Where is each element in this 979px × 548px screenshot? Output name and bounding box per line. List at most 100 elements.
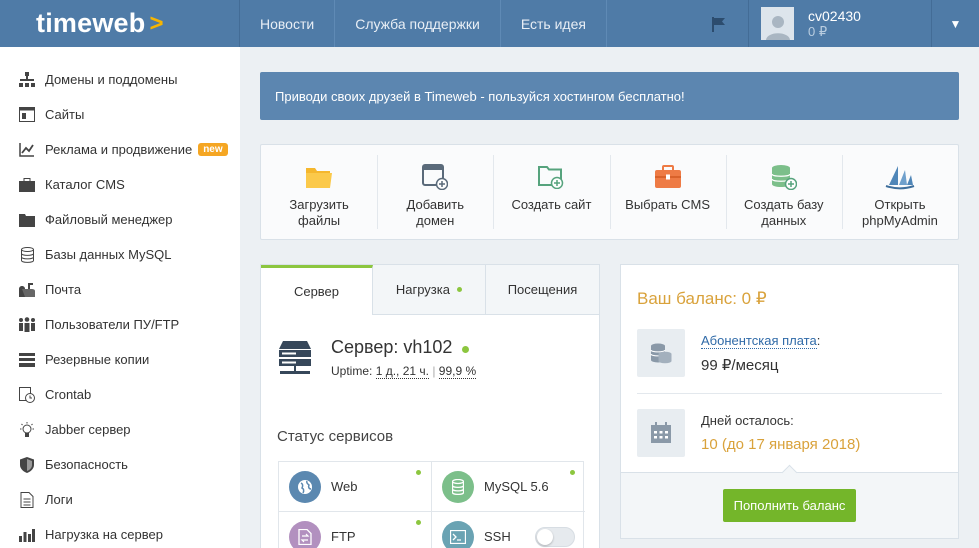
create-database-button[interactable]: Создать базу данных xyxy=(725,145,842,239)
quick-actions: Загрузить файлы Добавить домен Создать сай… xyxy=(260,144,959,240)
create-site-button[interactable]: Создать сайт xyxy=(493,145,609,239)
bar-chart-icon xyxy=(18,527,36,543)
quick-label-line1: Добавить xyxy=(406,197,464,212)
clock-icon xyxy=(18,386,36,403)
days-value: 10 (до 17 января 2018) xyxy=(701,436,861,453)
chart-icon xyxy=(18,142,36,158)
open-phpmyadmin-button[interactable]: Открыть phpMyAdmin xyxy=(841,145,958,239)
service-web[interactable]: Web xyxy=(279,462,432,512)
new-badge: new xyxy=(198,143,228,156)
days-row: Дней осталось: 10 (до 17 января 2018) xyxy=(637,409,942,457)
sidebar-item-label: Каталог CMS xyxy=(45,177,125,192)
sidebar-item-label: Резервные копии xyxy=(45,352,150,367)
top-nav: Новости Служба поддержки Есть идея xyxy=(240,0,749,47)
sidebar-item-mail[interactable]: Почта xyxy=(0,272,240,307)
quick-label-line2: данных xyxy=(761,213,807,228)
phpmyadmin-icon xyxy=(885,163,915,191)
quick-label-line2: phpMyAdmin xyxy=(862,213,938,228)
avatar-icon xyxy=(761,7,794,40)
quick-label-line1: Создать сайт xyxy=(511,197,592,212)
service-status-dot xyxy=(416,520,421,525)
service-mysql[interactable]: MySQL 5.6 xyxy=(432,462,585,512)
document-icon xyxy=(18,491,36,508)
sidebar-item-backups[interactable]: Резервные копии xyxy=(0,342,240,377)
promo-text: Приводи своих друзей в Timeweb - пользуй… xyxy=(275,88,685,104)
quick-label-line1: Выбрать CMS xyxy=(625,197,711,212)
user-menu[interactable]: cv02430 0 ₽ ▼ xyxy=(749,0,979,47)
uptime-label: Uptime: xyxy=(331,364,373,378)
quick-label-line1: Загрузить xyxy=(289,197,349,212)
backup-icon xyxy=(18,352,36,368)
choose-cms-button[interactable]: Выбрать CMS xyxy=(609,145,726,239)
fee-value: 99 ₽/месяц xyxy=(701,356,779,374)
quick-label-line1: Открыть xyxy=(874,197,926,212)
status-dot xyxy=(457,287,463,292)
service-ftp[interactable]: FTP xyxy=(279,512,432,548)
terminal-icon xyxy=(442,520,474,548)
logo[interactable]: timeweb > xyxy=(0,0,240,47)
sidebar-item-label: Нагрузка на сервер xyxy=(45,527,163,542)
balance-panel: Ваш баланс: 0 ₽ Абонентская плата: 99 ₽/… xyxy=(620,264,959,539)
server-panel: Сервер Нагрузка Посещения Сервер: vh102 … xyxy=(260,264,600,548)
coins-icon xyxy=(637,329,685,377)
sidebar-item-sites[interactable]: Сайты xyxy=(0,97,240,132)
tab-visits[interactable]: Посещения xyxy=(486,265,599,314)
tab-load[interactable]: Нагрузка xyxy=(373,265,486,314)
sidebar-item-logs[interactable]: Логи xyxy=(0,482,240,517)
nav-support[interactable]: Служба поддержки xyxy=(335,0,501,47)
sidebar-item-jabber[interactable]: Jabber сервер xyxy=(0,412,240,447)
tab-label: Нагрузка xyxy=(395,282,450,297)
sidebar-item-file-manager[interactable]: Файловый менеджер xyxy=(0,202,240,237)
sidebar-item-security[interactable]: Безопасность xyxy=(0,447,240,482)
database-icon xyxy=(18,246,36,263)
service-status-dot xyxy=(570,470,575,475)
nav-news[interactable]: Новости xyxy=(240,0,336,47)
sidebar-item-ads[interactable]: Реклама и продвижение new xyxy=(0,132,240,167)
database-icon xyxy=(442,470,474,503)
sidebar-item-users[interactable]: Пользователи ПУ/FTP xyxy=(0,307,240,342)
server-icon xyxy=(277,341,313,380)
fee-row: Абонентская плата: 99 ₽/месяц xyxy=(637,329,942,377)
sidebar-item-domains[interactable]: Домены и поддомены xyxy=(0,62,240,97)
upload-files-button[interactable]: Загрузить файлы xyxy=(261,145,377,239)
logo-mark: > xyxy=(149,9,164,37)
create-db-icon xyxy=(771,163,797,191)
cms-icon xyxy=(654,163,681,191)
service-ssh[interactable]: SSH xyxy=(432,512,585,548)
nav-idea[interactable]: Есть идея xyxy=(501,0,607,47)
promo-banner[interactable]: Приводи своих друзей в Timeweb - пользуй… xyxy=(260,72,959,120)
flag-icon[interactable] xyxy=(689,0,749,47)
quick-label-line1: Создать базу xyxy=(743,197,824,212)
sidebar-item-crontab[interactable]: Crontab xyxy=(0,377,240,412)
quick-label-line2: файлы xyxy=(298,213,341,228)
server-header: Сервер: vh102 Uptime: 1 д., 21 ч. | 99,9… xyxy=(277,337,477,380)
service-name: MySQL 5.6 xyxy=(484,479,549,494)
sites-icon xyxy=(18,107,36,123)
ssh-toggle[interactable] xyxy=(535,527,575,547)
sidebar-item-cms[interactable]: Каталог CMS xyxy=(0,167,240,202)
add-domain-icon xyxy=(422,163,449,191)
balance-footer: Пополнить баланс xyxy=(621,472,958,538)
tab-server[interactable]: Сервер xyxy=(261,265,373,315)
uptime-percent: 99,9 % xyxy=(438,364,477,379)
fee-link[interactable]: Абонентская плата xyxy=(701,332,817,349)
mailbox-icon xyxy=(18,282,36,298)
chevron-down-icon[interactable]: ▼ xyxy=(931,0,979,47)
balance-title: Ваш баланс: 0 ₽ xyxy=(637,289,767,308)
topup-button[interactable]: Пополнить баланс xyxy=(722,489,857,522)
domains-icon xyxy=(18,71,36,88)
briefcase-icon xyxy=(18,177,36,193)
top-bar: timeweb > Новости Служба поддержки Есть … xyxy=(0,0,979,47)
calendar-icon xyxy=(637,409,685,457)
services-grid: Web MySQL 5.6 FTP SSH xyxy=(278,461,585,548)
sidebar-item-label: Базы данных MySQL xyxy=(45,247,172,262)
sidebar-item-label: Домены и поддомены xyxy=(45,72,178,87)
sidebar-item-load[interactable]: Нагрузка на сервер xyxy=(0,517,240,548)
sidebar-item-mysql[interactable]: Базы данных MySQL xyxy=(0,237,240,272)
shield-icon xyxy=(18,456,36,473)
service-name: FTP xyxy=(331,529,356,544)
add-domain-button[interactable]: Добавить домен xyxy=(377,145,493,239)
sidebar-item-label: Логи xyxy=(45,492,73,507)
service-name: SSH xyxy=(484,529,511,544)
user-name: cv02430 xyxy=(808,7,861,24)
